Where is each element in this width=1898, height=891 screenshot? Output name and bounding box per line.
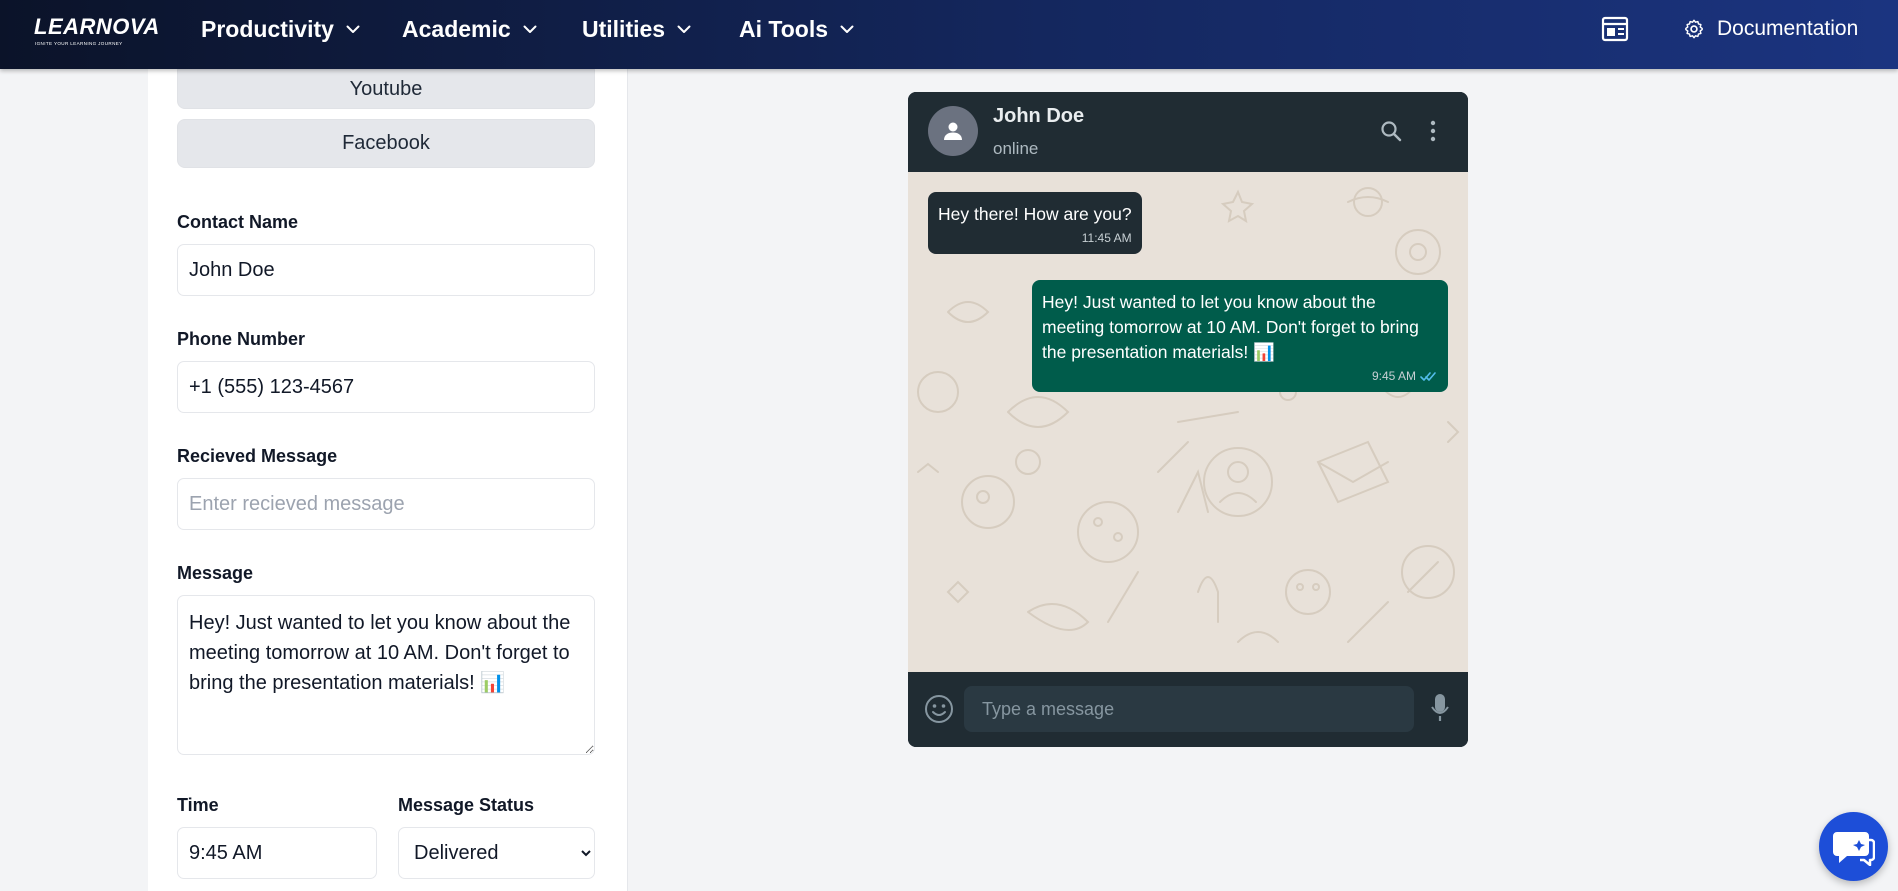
message-label: Message <box>177 563 254 583</box>
nav-item-academic[interactable]: Academic <box>402 0 537 58</box>
chevron-down-icon <box>840 25 854 33</box>
message-text: Hey there! How are you? <box>938 204 1132 224</box>
message-input[interactable] <box>964 686 1414 732</box>
phone-number-label: Phone Number <box>177 329 306 349</box>
chevron-down-icon <box>677 25 691 33</box>
message-status-select[interactable]: Delivered <box>398 827 595 879</box>
received-message-label: Recieved Message <box>177 446 338 466</box>
chat-help-icon <box>1832 831 1875 866</box>
search-icon[interactable] <box>1380 120 1402 142</box>
layout-icon[interactable] <box>1601 16 1629 42</box>
message-meta: 9:45 AM <box>1042 368 1438 384</box>
youtube-button-label: Youtube <box>349 77 423 100</box>
facebook-button-label: Facebook <box>342 132 430 154</box>
editor-panel: Youtube Facebook Contact Name Phone Numb… <box>148 69 628 891</box>
message-textarea[interactable]: Hey! Just wanted to let you know about t… <box>177 595 595 755</box>
chat-contact-status: online <box>993 139 1039 158</box>
chevron-down-icon <box>523 25 537 33</box>
message-time: 9:45 AM <box>1371 369 1416 383</box>
contact-name-label: Contact Name <box>177 212 299 232</box>
nav-item-utilities[interactable]: Utilities <box>582 0 691 58</box>
nav-item-label: Ai Tools <box>739 15 829 42</box>
documentation-label: Documentation <box>1717 17 1859 40</box>
message-text: Hey! Just wanted to let you know about t… <box>1042 292 1419 362</box>
facebook-button[interactable]: Facebook <box>177 119 595 168</box>
incoming-message-bubble: Hey there! How are you? 11:45 AM <box>928 192 1142 254</box>
received-message-input[interactable] <box>177 478 595 530</box>
message-time: 11:45 AM <box>1081 231 1132 245</box>
emoji-icon[interactable] <box>924 694 954 724</box>
logo-text: LEARNOVA <box>34 14 160 39</box>
learnova-logo[interactable]: LEARNOVA IGNITE YOUR LEARNING JOURNEY <box>34 14 159 46</box>
nav-item-label: Utilities <box>582 15 666 42</box>
time-label: Time <box>177 795 219 815</box>
chat-messages: Hey there! How are you? 11:45 AM Hey! Ju… <box>908 172 1468 672</box>
youtube-button[interactable]: Youtube <box>177 69 595 109</box>
nav-item-productivity[interactable]: Productivity <box>201 0 360 58</box>
chat-contact-name: John Doe <box>993 105 1085 127</box>
message-meta: 11:45 AM <box>938 230 1132 246</box>
double-check-icon <box>1420 371 1436 381</box>
contact-name-input[interactable] <box>177 244 595 296</box>
phone-number-input[interactable] <box>177 361 595 413</box>
mic-icon[interactable] <box>1430 693 1450 723</box>
nav-item-label: Academic <box>402 15 511 42</box>
nav-item-ai-tools[interactable]: Ai Tools <box>739 0 854 58</box>
more-vertical-icon[interactable] <box>1430 120 1436 142</box>
chat-input-bar <box>908 672 1468 747</box>
documentation-link[interactable]: Documentation <box>1683 0 1858 58</box>
outgoing-message-bubble: Hey! Just wanted to let you know about t… <box>1032 280 1448 392</box>
whatsapp-preview: John Doe online Hey there! How are you? … <box>908 92 1468 747</box>
time-input[interactable] <box>177 827 377 879</box>
gear-icon <box>1685 19 1703 39</box>
contact-avatar[interactable] <box>928 106 978 156</box>
logo-tagline: IGNITE YOUR LEARNING JOURNEY <box>35 41 123 46</box>
message-status-label: Message Status <box>398 795 535 815</box>
chevron-down-icon <box>346 25 360 33</box>
user-icon <box>944 122 962 140</box>
chat-header: John Doe online <box>908 92 1468 172</box>
help-chat-button[interactable] <box>1819 812 1888 881</box>
nav-item-label: Productivity <box>201 15 334 42</box>
top-navbar: LEARNOVA IGNITE YOUR LEARNING JOURNEY Pr… <box>0 0 1898 69</box>
